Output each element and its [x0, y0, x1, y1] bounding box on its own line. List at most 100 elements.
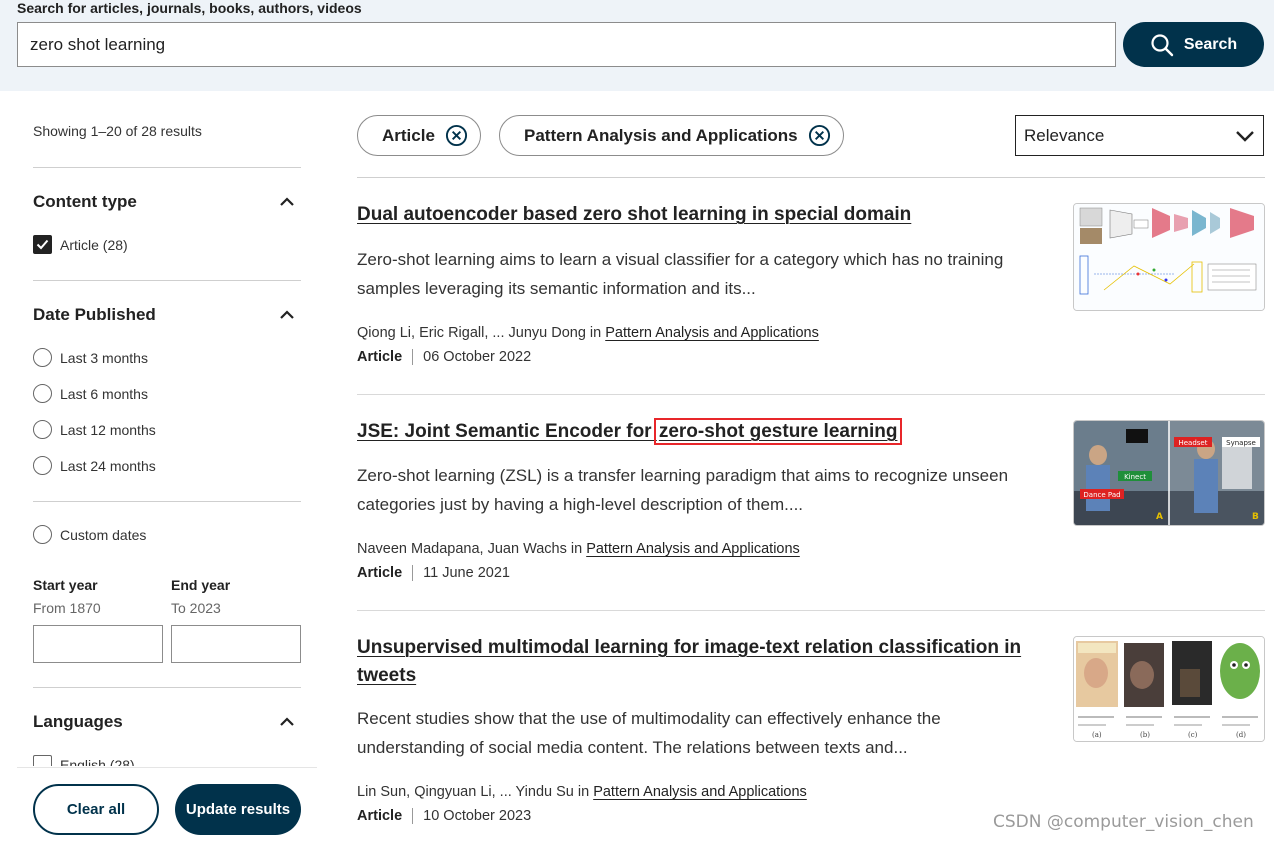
results-count: Showing 1–20 of 28 results [33, 123, 202, 139]
result-authors: Lin Sun, Qingyuan Li, ... Yindu Su in Pa… [357, 784, 807, 800]
tweet-images-grid: (a) (b) (c) (d) [1074, 637, 1264, 741]
subfig-d-label: (d) [1236, 731, 1246, 739]
result-meta: Article 11 June 2021 [357, 565, 510, 581]
chevron-down-icon [1236, 130, 1254, 142]
radio-button[interactable] [33, 384, 52, 403]
end-year-hint: To 2023 [171, 600, 221, 616]
search-button-label: Search [1183, 35, 1238, 53]
search-icon [1151, 33, 1174, 56]
headset-label: Headset [1178, 439, 1207, 447]
content-type-article-option[interactable]: Article (28) [33, 235, 128, 254]
radio-button[interactable] [33, 456, 52, 475]
result-title-link[interactable]: Dual autoencoder based zero shot learnin… [357, 201, 1037, 229]
gesture-photo-image: Kinect Dance Pad Headset Synapse A B [1074, 421, 1264, 525]
result-title-link[interactable]: JSE: Joint Semantic Encoder for zero-sho… [357, 418, 1037, 446]
result-thumbnail[interactable]: Kinect Dance Pad Headset Synapse A B [1073, 420, 1265, 526]
search-label: Search for articles, journals, books, au… [17, 0, 362, 16]
remove-filter-icon[interactable] [808, 124, 831, 147]
synapse-label: Synapse [1226, 439, 1256, 447]
watermark: CSDN @computer_vision_chen [993, 812, 1254, 832]
radio-button[interactable] [33, 525, 52, 544]
date-option-last-3-months[interactable]: Last 3 months [33, 348, 148, 367]
panel-a-label: A [1156, 512, 1163, 522]
languages-title: Languages [33, 712, 123, 731]
search-input[interactable] [17, 22, 1116, 67]
result-thumbnail[interactable]: (a) (b) (c) (d) [1073, 636, 1265, 742]
divider [33, 167, 301, 168]
date-published-title: Date Published [33, 305, 156, 324]
result-thumbnail[interactable] [1073, 203, 1265, 311]
filter-sidebar[interactable]: Showing 1–20 of 28 results Content type … [33, 91, 301, 766]
result-journal-link[interactable]: Pattern Analysis and Applications [586, 541, 800, 557]
content-type-article-label: Article (28) [60, 236, 128, 253]
start-year-input[interactable] [33, 625, 163, 663]
update-results-button[interactable]: Update results [175, 784, 301, 835]
divider [357, 177, 1265, 178]
end-year-input[interactable] [171, 625, 301, 663]
language-english-label: English (28) [60, 756, 135, 767]
filter-chip-journal[interactable]: Pattern Analysis and Applications [499, 115, 844, 156]
checkbox-checked-icon[interactable] [33, 235, 52, 254]
radio-button[interactable] [33, 348, 52, 367]
result-content-type: Article [357, 808, 414, 824]
result-journal-link[interactable]: Pattern Analysis and Applications [605, 325, 819, 341]
sort-select-value: Relevance [1024, 125, 1105, 145]
language-english-option[interactable]: English (28) [33, 755, 135, 766]
date-option-last-24-months[interactable]: Last 24 months [33, 456, 156, 475]
result-title-link[interactable]: Unsupervised multimodal learning for ima… [357, 634, 1037, 690]
result-journal-link[interactable]: Pattern Analysis and Applications [593, 784, 807, 800]
end-year-label: End year [171, 577, 231, 593]
date-option-last-12-months[interactable]: Last 12 months [33, 420, 156, 439]
subfig-b-label: (b) [1140, 731, 1150, 739]
search-band: Search for articles, journals, books, au… [0, 0, 1274, 91]
filter-chip-label: Article [382, 125, 435, 145]
result-content-type: Article [357, 565, 414, 581]
chevron-up-icon[interactable] [279, 717, 295, 727]
result-authors-text: Lin Sun, Qingyuan Li, ... Yindu Su in [357, 784, 590, 800]
subfig-c-label: (c) [1188, 731, 1198, 739]
date-option-label: Last 24 months [60, 457, 156, 474]
sidebar-footer: Clear all Update results [17, 767, 317, 842]
clear-all-button[interactable]: Clear all [33, 784, 159, 835]
result-authors-text: Qiong Li, Eric Rigall, ... Junyu Dong in [357, 325, 602, 341]
content-type-title: Content type [33, 192, 137, 211]
dance-pad-label: Dance Pad [1083, 491, 1120, 499]
date-option-label: Last 3 months [60, 349, 148, 366]
filter-chip-article[interactable]: Article [357, 115, 481, 156]
result-title-prefix: JSE: Joint Semantic Encoder for [357, 421, 657, 442]
date-option-label: Last 6 months [60, 385, 148, 402]
date-option-custom[interactable]: Custom dates [33, 525, 146, 544]
result-snippet: Recent studies show that the use of mult… [357, 709, 941, 757]
date-option-last-6-months[interactable]: Last 6 months [33, 384, 148, 403]
result-content-type: Article [357, 349, 414, 365]
architecture-diagram-image [1074, 204, 1264, 310]
filter-chip-label: Pattern Analysis and Applications [524, 125, 798, 145]
panel-b-label: B [1252, 512, 1259, 522]
divider [33, 501, 301, 502]
chevron-up-icon[interactable] [279, 197, 295, 207]
highlighted-phrase: zero-shot gesture learning [653, 418, 903, 445]
remove-filter-icon[interactable] [445, 124, 468, 147]
sort-select[interactable]: Relevance [1015, 115, 1264, 156]
divider [33, 687, 301, 688]
start-year-label: Start year [33, 577, 98, 593]
result-meta: Article 10 October 2023 [357, 808, 531, 824]
start-year-hint: From 1870 [33, 600, 101, 616]
result-date: 10 October 2023 [423, 808, 532, 824]
date-option-label: Custom dates [60, 526, 147, 543]
search-button[interactable]: Search [1123, 22, 1264, 67]
date-option-label: Last 12 months [60, 421, 156, 438]
divider [357, 394, 1265, 395]
result-meta: Article 06 October 2022 [357, 349, 531, 365]
chevron-up-icon[interactable] [279, 310, 295, 320]
result-date: 11 June 2021 [423, 565, 510, 581]
radio-button[interactable] [33, 420, 52, 439]
kinect-label: Kinect [1124, 473, 1146, 481]
result-authors-text: Naveen Madapana, Juan Wachs in [357, 541, 583, 557]
result-snippet: Zero-shot learning (ZSL) is a transfer l… [357, 466, 1009, 514]
result-authors: Qiong Li, Eric Rigall, ... Junyu Dong in… [357, 325, 819, 341]
checkbox[interactable] [33, 755, 52, 766]
divider [33, 280, 301, 281]
result-snippet: Zero-shot learning aims to learn a visua… [357, 250, 1004, 298]
divider [357, 610, 1265, 611]
